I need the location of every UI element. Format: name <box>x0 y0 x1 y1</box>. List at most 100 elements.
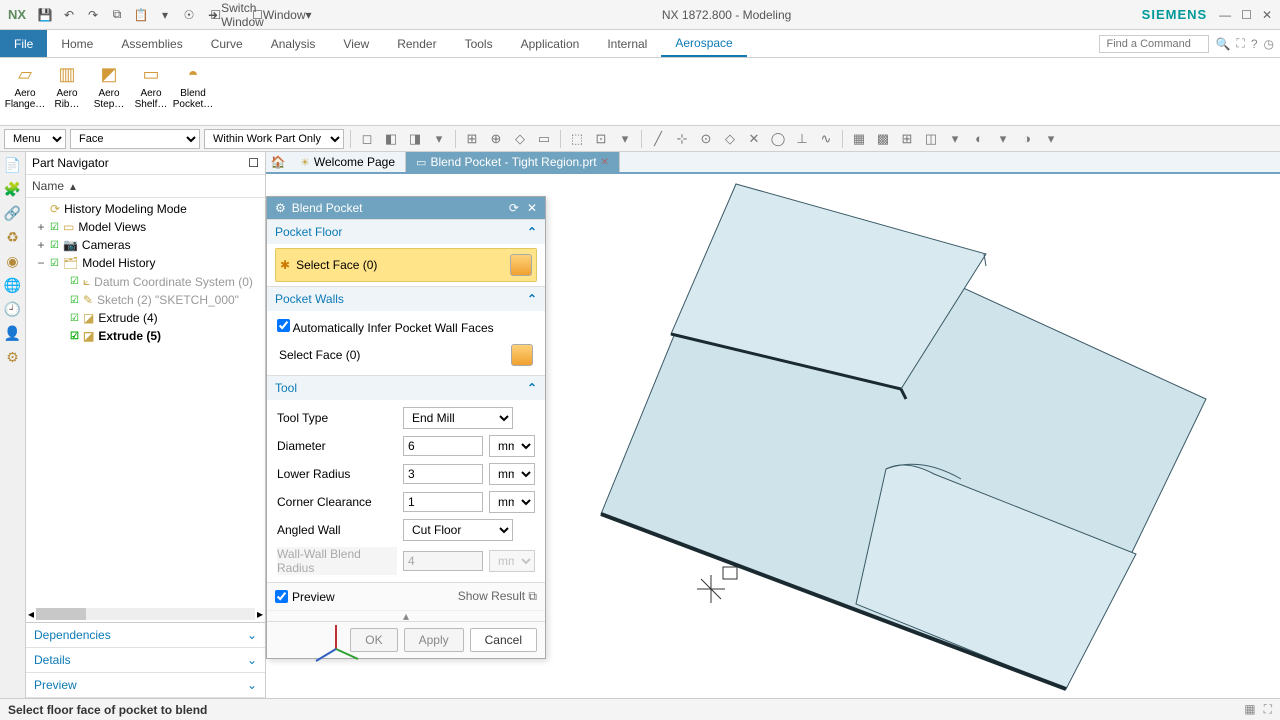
navigator-pin-icon[interactable]: ☐ <box>248 156 259 170</box>
tree-model-history[interactable]: −☑🗂Model History <box>26 254 265 272</box>
sel-icon-3[interactable]: ◨ <box>405 129 425 149</box>
tree-extrude-5[interactable]: ☑◪Extrude (5) <box>26 327 265 345</box>
sel-icon-5[interactable]: ⊞ <box>462 129 482 149</box>
tree-extrude-4[interactable]: ☑◪Extrude (4) <box>26 309 265 327</box>
tree-history-mode[interactable]: ⟳History Modeling Mode <box>26 200 265 218</box>
snap-end-icon[interactable]: ╱ <box>648 129 668 149</box>
menu-dropdown[interactable]: Menu <box>4 129 66 149</box>
tab-analysis[interactable]: Analysis <box>257 30 330 57</box>
sel-icon-4[interactable]: ▾ <box>429 129 449 149</box>
snap-perp-icon[interactable]: ⊥ <box>792 129 812 149</box>
touch-icon[interactable]: ☉ <box>180 6 198 24</box>
aero-flange-button[interactable]: ▱Aero Flange… <box>6 60 44 123</box>
snap-tangent-icon[interactable]: ◯ <box>768 129 788 149</box>
doc-tab-close-icon[interactable]: ✕ <box>601 157 609 168</box>
tab-application[interactable]: Application <box>507 30 594 57</box>
help-icon[interactable]: ? <box>1251 37 1258 51</box>
tab-file[interactable]: File <box>0 30 47 57</box>
options-icon[interactable]: ◷ <box>1264 37 1274 51</box>
sel-icon-8[interactable]: ▭ <box>534 129 554 149</box>
tree-cameras[interactable]: +☑📷Cameras <box>26 236 265 254</box>
scroll-right-icon[interactable]: ▸ <box>257 607 263 621</box>
sel-icon-1[interactable]: ◻ <box>357 129 377 149</box>
tab-render[interactable]: Render <box>383 30 450 57</box>
navigator-column-header[interactable]: Name▲ <box>26 175 265 198</box>
tab-view[interactable]: View <box>329 30 383 57</box>
doc-tab-active[interactable]: ▭Blend Pocket - Tight Region.prt ✕ <box>406 152 620 172</box>
tree-datum-csys[interactable]: ☑⟀Datum Coordinate System (0) <box>26 272 265 291</box>
status-icon-2[interactable]: ⛶ <box>1264 702 1272 717</box>
redo-icon[interactable]: ↷ <box>84 6 102 24</box>
minimize-button[interactable]: — <box>1219 8 1231 22</box>
aero-rib-button[interactable]: ▥Aero Rib… <box>48 60 86 123</box>
maximize-button[interactable]: ☐ <box>1241 8 1252 22</box>
snap-near-icon[interactable]: ∿ <box>816 129 836 149</box>
aero-shelf-button[interactable]: ▭Aero Shelf… <box>132 60 170 123</box>
fullscreen-icon[interactable]: ⛶ <box>1236 36 1244 51</box>
tab-aerospace[interactable]: Aerospace <box>661 30 746 57</box>
sel-icon-11[interactable]: ▾ <box>615 129 635 149</box>
command-search-input[interactable] <box>1099 35 1209 53</box>
graphics-viewport[interactable]: ⚙Blend Pocket ⟳✕ Pocket Floor⌃ ✱ Select … <box>266 174 1280 698</box>
tree-model-views[interactable]: +☑▭Model Views <box>26 218 265 236</box>
navigator-hscroll[interactable]: ◂ ▸ <box>26 606 265 622</box>
rb-roles-icon[interactable]: 👤 <box>4 324 22 342</box>
snap-center-icon[interactable]: ⊙ <box>696 129 716 149</box>
rb-constraint-icon[interactable]: 🔗 <box>4 204 22 222</box>
switch-window-button[interactable]: ☐ Switch Window <box>228 6 246 24</box>
undo-icon[interactable]: ↶ <box>60 6 78 24</box>
rb-system-icon[interactable]: ⚙ <box>4 348 22 366</box>
more-icon[interactable]: ▾ <box>156 6 174 24</box>
rb-assembly-icon[interactable]: 🧩 <box>4 180 22 198</box>
view-icon-5[interactable]: ▾ <box>945 129 965 149</box>
save-icon[interactable]: 💾 <box>36 6 54 24</box>
rb-part-navigator-icon[interactable]: 📄 <box>4 156 22 174</box>
tab-internal[interactable]: Internal <box>593 30 661 57</box>
tab-curve[interactable]: Curve <box>197 30 257 57</box>
tree-sketch[interactable]: ☑✎Sketch (2) "SKETCH_000" <box>26 291 265 309</box>
sel-icon-7[interactable]: ◇ <box>510 129 530 149</box>
paste-icon[interactable]: 📋 <box>132 6 150 24</box>
tab-assemblies[interactable]: Assemblies <box>107 30 196 57</box>
view-icon-2[interactable]: ▩ <box>873 129 893 149</box>
rb-history-icon[interactable]: 🕘 <box>4 300 22 318</box>
scroll-track[interactable] <box>36 608 255 620</box>
panel-details[interactable]: Details⌄ <box>26 648 265 673</box>
view-icon-7[interactable]: ▾ <box>993 129 1013 149</box>
selection-filter-dropdown[interactable]: Face <box>70 129 200 149</box>
copy-icon[interactable]: ⧉ <box>108 6 126 24</box>
scroll-thumb[interactable] <box>36 608 86 620</box>
blend-pocket-button[interactable]: ◓Blend Pocket… <box>174 60 212 123</box>
view-icon-9[interactable]: ▾ <box>1041 129 1061 149</box>
rb-reuse-icon[interactable]: ♻ <box>4 228 22 246</box>
view-icon-8[interactable]: ◑ <box>1017 129 1037 149</box>
sel-icon-10[interactable]: ⊡ <box>591 129 611 149</box>
view-icon-1[interactable]: ▦ <box>849 129 869 149</box>
snap-intersect-icon[interactable]: ✕ <box>744 129 764 149</box>
close-button[interactable]: ✕ <box>1262 8 1272 22</box>
snap-quad-icon[interactable]: ◇ <box>720 129 740 149</box>
snap-mid-icon[interactable]: ⊹ <box>672 129 692 149</box>
aero-step-button[interactable]: ◩Aero Step… <box>90 60 128 123</box>
doc-tab-welcome[interactable]: ☀Welcome Page <box>290 152 406 172</box>
view-icon-4[interactable]: ◫ <box>921 129 941 149</box>
search-icon[interactable]: 🔍 <box>1215 37 1230 51</box>
status-bar: Select floor face of pocket to blend ▦ ⛶ <box>0 698 1280 720</box>
status-icon-1[interactable]: ▦ <box>1244 702 1255 717</box>
rb-browser-icon[interactable]: 🌐 <box>4 276 22 294</box>
panel-dependencies[interactable]: Dependencies⌄ <box>26 623 265 648</box>
main-area: 📄 🧩 🔗 ♻ ◉ 🌐 🕘 👤 ⚙ Part Navigator ☐ Name▲… <box>0 152 1280 698</box>
window-menu-button[interactable]: ☐ Window ▾ <box>252 6 311 24</box>
selection-scope-dropdown[interactable]: Within Work Part Only <box>204 129 344 149</box>
sel-icon-9[interactable]: ⬚ <box>567 129 587 149</box>
tab-home[interactable]: Home <box>47 30 107 57</box>
sel-icon-6[interactable]: ⊕ <box>486 129 506 149</box>
tab-tools[interactable]: Tools <box>451 30 507 57</box>
sel-icon-2[interactable]: ◧ <box>381 129 401 149</box>
scroll-left-icon[interactable]: ◂ <box>28 607 34 621</box>
doc-home-icon[interactable]: 🏠 <box>266 152 290 172</box>
panel-preview[interactable]: Preview⌄ <box>26 673 265 698</box>
view-icon-6[interactable]: ◐ <box>969 129 989 149</box>
rb-hd3d-icon[interactable]: ◉ <box>4 252 22 270</box>
view-icon-3[interactable]: ⊞ <box>897 129 917 149</box>
